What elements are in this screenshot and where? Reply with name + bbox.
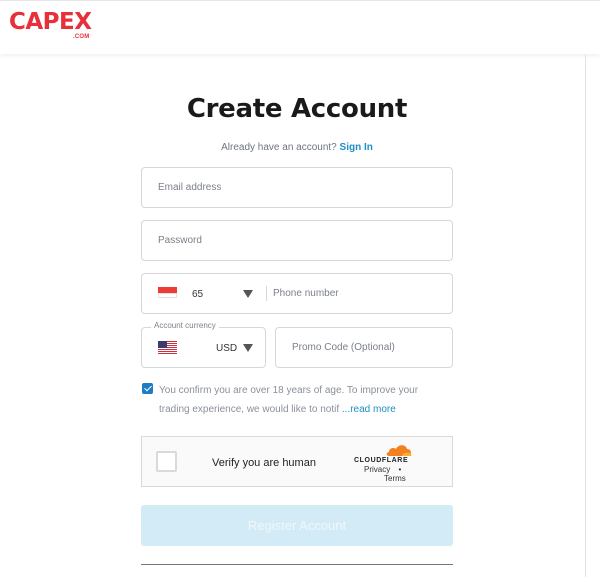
page-edge-rule (585, 54, 586, 577)
captcha-links: Privacy • Terms (364, 465, 424, 483)
chevron-down-icon (243, 290, 253, 298)
captcha-checkbox[interactable] (156, 451, 177, 472)
age-consent-checkbox[interactable] (142, 383, 153, 394)
consent-text: You confirm you are over 18 years of age… (159, 382, 449, 419)
currency-select[interactable]: Account currency USD (141, 321, 266, 368)
read-more-link[interactable]: ...read more (342, 404, 396, 415)
terms-link[interactable]: Terms (384, 475, 406, 483)
currency-value: USD (216, 343, 238, 354)
captcha-widget: Verify you are human CLOUDFLARE Privacy … (141, 436, 453, 487)
singapore-flag-icon (158, 287, 177, 298)
bottom-divider (141, 564, 453, 565)
have-account-text: Already have an account? (221, 142, 337, 153)
chevron-down-icon (243, 344, 253, 352)
password-field-wrapper (141, 220, 453, 261)
phone-field-group: 65 (141, 273, 453, 314)
email-field[interactable] (142, 168, 452, 207)
phone-number-field[interactable] (267, 274, 452, 313)
password-field[interactable] (142, 221, 452, 260)
email-field-wrapper (141, 167, 453, 208)
logo-subtext: .COM (73, 34, 90, 40)
top-header: CAPEX .COM (0, 0, 600, 54)
link-separator: • (398, 465, 402, 474)
promo-code-field[interactable] (276, 328, 452, 367)
country-code-select[interactable]: 65 (142, 274, 266, 313)
currency-label: Account currency (151, 321, 219, 330)
sign-in-link[interactable]: Sign In (340, 142, 373, 153)
capex-logo[interactable]: CAPEX .COM (9, 9, 92, 40)
page-title: Create Account (186, 94, 408, 124)
sign-in-prompt: Already have an account? Sign In (0, 142, 594, 153)
us-flag-icon (158, 341, 177, 354)
cloudflare-wordmark: CLOUDFLARE (354, 457, 409, 464)
promo-field-wrapper (275, 327, 453, 368)
logo-text: CAPEX (9, 9, 92, 35)
privacy-link[interactable]: Privacy (364, 465, 390, 474)
cloudflare-cloud-icon (386, 445, 412, 456)
captcha-label: Verify you are human (212, 457, 316, 469)
dial-code: 65 (192, 289, 204, 300)
register-account-button[interactable]: Register Account (141, 505, 453, 546)
